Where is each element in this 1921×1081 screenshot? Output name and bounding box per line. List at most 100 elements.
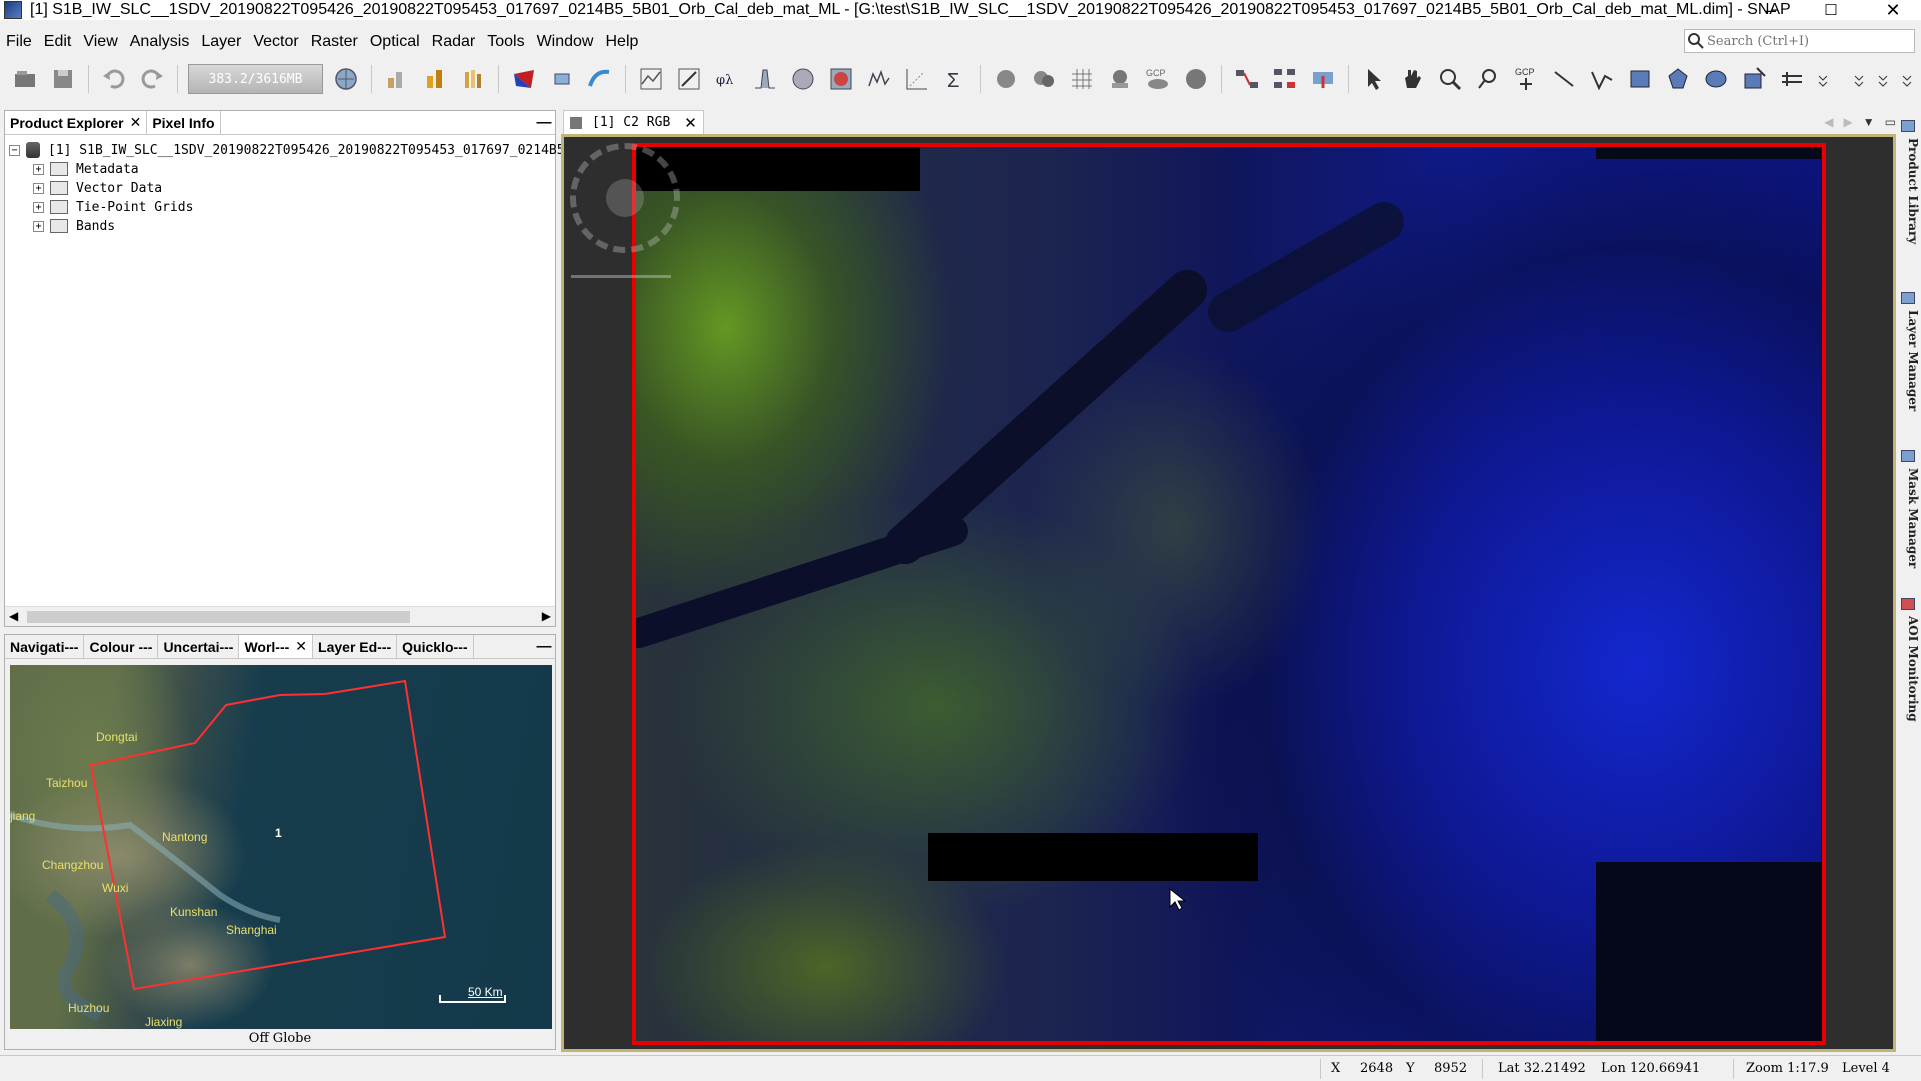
maximize-button[interactable]: ☐ — [1808, 0, 1854, 20]
tab-list-icon[interactable]: ▼ — [1863, 115, 1875, 129]
product-node[interactable]: − [1] S1B_IW_SLC__1SDV_20190822T095426_2… — [9, 140, 565, 160]
profile-plot-icon[interactable] — [636, 64, 666, 94]
side-tab-layer-manager[interactable]: Layer Manager — [1898, 310, 1920, 411]
tree-node-tie-point-grids[interactable]: + Tie-Point Grids — [33, 197, 193, 217]
phase-icon[interactable]: φλ — [712, 64, 742, 94]
search-box[interactable] — [1684, 29, 1915, 53]
image-view-canvas[interactable] — [561, 134, 1896, 1052]
maximize-view-icon[interactable]: ▭ — [1885, 115, 1896, 129]
menu-help[interactable]: Help — [599, 33, 644, 51]
memory-indicator[interactable]: 383.2/3616MB — [188, 64, 323, 94]
tab-navigation[interactable]: Navigati--- — [5, 635, 85, 658]
mask-tool-icon[interactable] — [991, 64, 1021, 94]
expand-icon[interactable]: + — [33, 163, 44, 175]
expand-icon[interactable]: + — [33, 201, 44, 213]
expand-icon[interactable]: + — [33, 182, 44, 194]
spectrum-icon[interactable] — [864, 64, 894, 94]
tab-world-view[interactable]: Worl--- ✕ — [239, 635, 314, 658]
collapse-icon[interactable]: − — [9, 144, 20, 156]
polyline-drawing-icon[interactable] — [1587, 64, 1617, 94]
menu-vector[interactable]: Vector — [247, 33, 304, 51]
close-tab-icon[interactable]: ✕ — [295, 638, 307, 655]
menu-edit[interactable]: Edit — [38, 33, 78, 51]
pan-tool-icon[interactable] — [1397, 64, 1427, 94]
world-map-icon[interactable] — [1181, 64, 1211, 94]
zoom-slider[interactable] — [571, 275, 671, 278]
world-view-icon[interactable] — [826, 64, 856, 94]
pin-manager-icon[interactable] — [1029, 64, 1059, 94]
menu-radar[interactable]: Radar — [426, 33, 482, 51]
tab-layer-editor[interactable]: Layer Ed--- — [313, 635, 398, 658]
side-tab-aoi-monitoring[interactable]: AOI Monitoring — [1898, 616, 1920, 722]
world-map-view[interactable]: Dongtai Taizhou jiang Nantong Changzhou … — [10, 665, 552, 1029]
redo-button[interactable] — [137, 64, 167, 94]
tab-quicklook[interactable]: Quicklo--- — [397, 635, 474, 658]
minimize-panel-button[interactable]: — — [533, 635, 555, 658]
batch-processing-icon[interactable] — [1270, 64, 1300, 94]
horizontal-scrollbar[interactable]: ◀ ▶ — [5, 606, 555, 626]
next-tab-icon[interactable]: ▶ — [1844, 115, 1853, 129]
tab-pixel-info[interactable]: Pixel Info — [147, 111, 221, 134]
toolbar-overflow-icon[interactable] — [1851, 64, 1867, 94]
save-product-button[interactable] — [48, 64, 78, 94]
scatter-plot-icon[interactable] — [902, 64, 932, 94]
gcp-placing-icon[interactable]: GCP — [1511, 64, 1541, 94]
import-raster-icon[interactable] — [382, 64, 412, 94]
ellipse-drawing-icon[interactable] — [1701, 64, 1731, 94]
tab-uncertainty[interactable]: Uncertai--- — [158, 635, 240, 658]
menu-analysis[interactable]: Analysis — [124, 33, 196, 51]
navigation-control[interactable] — [570, 143, 680, 253]
wave-icon[interactable] — [585, 64, 615, 94]
close-tab-icon[interactable]: ✕ — [130, 114, 142, 131]
select-tool-icon[interactable] — [1359, 64, 1389, 94]
side-tab-product-library[interactable]: Product Library — [1898, 138, 1920, 244]
edit-icon[interactable] — [674, 64, 704, 94]
toolbar-overflow-icon[interactable] — [1875, 64, 1891, 94]
menu-tools[interactable]: Tools — [481, 33, 530, 51]
graph-builder-icon[interactable] — [1232, 64, 1262, 94]
expand-icon[interactable]: + — [33, 220, 44, 232]
menu-file[interactable]: File — [0, 33, 38, 51]
scroll-right-icon[interactable]: ▶ — [542, 609, 551, 623]
statistics-icon[interactable]: Σ — [940, 64, 970, 94]
undo-button[interactable] — [99, 64, 129, 94]
search-input[interactable] — [1707, 33, 1897, 49]
tab-product-explorer[interactable]: Product Explorer ✕ — [5, 111, 148, 134]
overlay-icon[interactable] — [1105, 64, 1135, 94]
line-drawing-icon[interactable] — [1549, 64, 1579, 94]
sar-rgb-image[interactable] — [632, 143, 1826, 1045]
close-tab-icon[interactable]: ✕ — [684, 114, 697, 132]
information-icon[interactable] — [788, 64, 818, 94]
tree-node-bands[interactable]: + Bands — [33, 216, 115, 236]
scrollbar-thumb[interactable] — [27, 611, 410, 623]
pin-placing-icon[interactable] — [1473, 64, 1503, 94]
tab-c2-rgb[interactable]: [1] C2 RGB ✕ — [563, 110, 704, 134]
side-tab-mask-manager[interactable]: Mask Manager — [1898, 468, 1920, 568]
menu-view[interactable]: View — [77, 33, 123, 51]
polygon-drawing-icon[interactable] — [1663, 64, 1693, 94]
layer-stack-icon[interactable] — [547, 64, 577, 94]
tree-node-vector-data[interactable]: + Vector Data — [33, 178, 162, 198]
tree-node-metadata[interactable]: + Metadata — [33, 159, 139, 179]
rectangle-drawing-icon[interactable] — [1625, 64, 1655, 94]
scroll-left-icon[interactable]: ◀ — [9, 609, 18, 623]
tab-colour-manipulation[interactable]: Colour --- — [84, 635, 159, 658]
open-product-button[interactable] — [10, 64, 40, 94]
rgb-image-icon[interactable] — [509, 64, 539, 94]
magic-wand-icon[interactable] — [1739, 64, 1769, 94]
graticule-icon[interactable] — [1067, 64, 1097, 94]
menu-window[interactable]: Window — [531, 33, 600, 51]
previous-tab-icon[interactable]: ◀ — [1824, 115, 1833, 129]
globe-refresh-icon[interactable] — [331, 64, 361, 94]
zoom-tool-icon[interactable] — [1435, 64, 1465, 94]
minimize-panel-button[interactable]: — — [533, 111, 555, 134]
toolbar-overflow-icon[interactable] — [1815, 64, 1831, 94]
minimize-button[interactable]: – — [1748, 0, 1794, 20]
close-button[interactable]: ✕ — [1870, 0, 1916, 20]
menu-optical[interactable]: Optical — [364, 33, 426, 51]
band-stack-icon[interactable] — [458, 64, 488, 94]
menu-raster[interactable]: Raster — [305, 33, 364, 51]
range-finder-icon[interactable] — [1777, 64, 1807, 94]
product-library-icon[interactable] — [1308, 64, 1338, 94]
menu-layer[interactable]: Layer — [195, 33, 247, 51]
